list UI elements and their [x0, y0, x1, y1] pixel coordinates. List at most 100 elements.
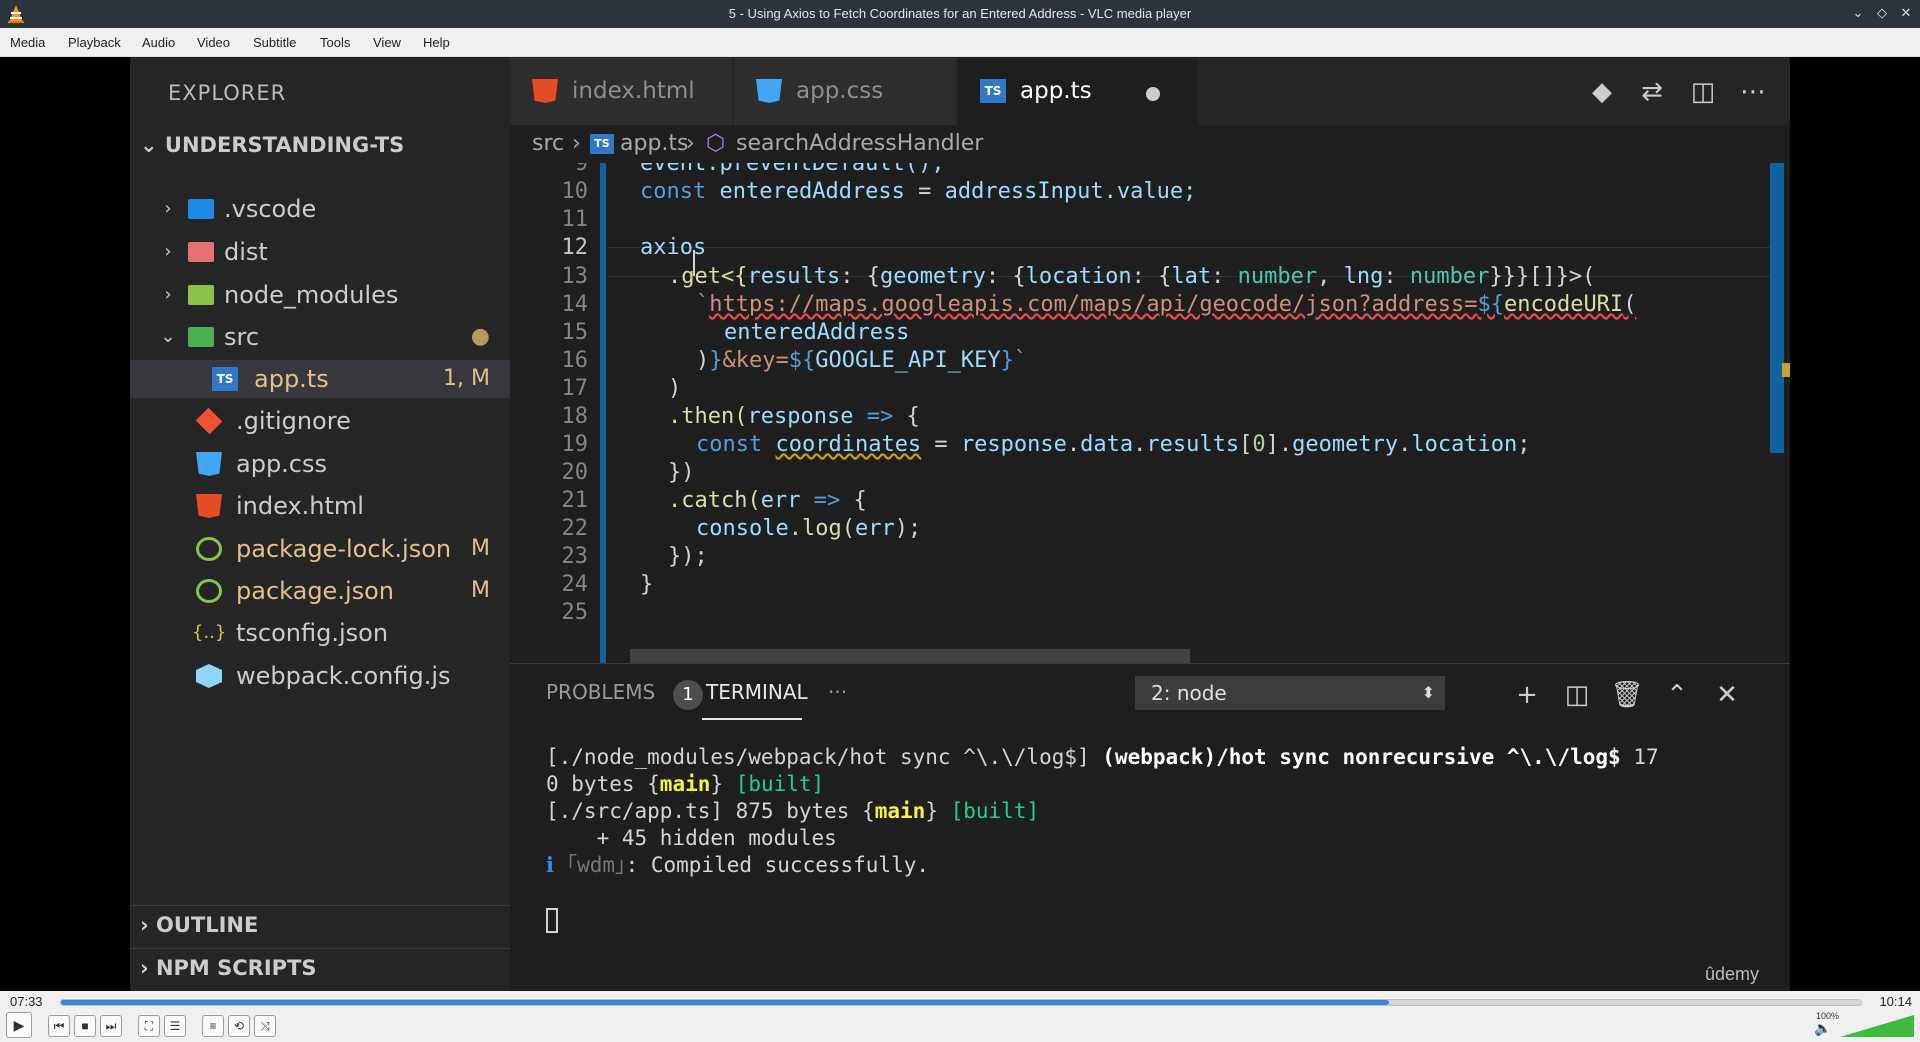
tab-app-ts[interactable]: TS app.ts: [958, 57, 1198, 125]
css3-icon: [756, 79, 782, 103]
code-token: err: [760, 488, 801, 513]
terminal-text: 17: [1620, 745, 1659, 769]
split-terminal-icon[interactable]: ◫: [1560, 678, 1594, 712]
volume-level: [1840, 1015, 1914, 1037]
loop-icon: ⟲: [233, 1019, 245, 1033]
breadcrumb-symbol[interactable]: searchAddressHandler: [736, 125, 983, 163]
npm-scripts-section[interactable]: › NPM SCRIPTS: [140, 956, 317, 980]
seek-slider[interactable]: [60, 999, 1862, 1006]
trash-icon[interactable]: 🗑: [1610, 678, 1644, 712]
minimize-button[interactable]: ⌄: [1848, 4, 1868, 24]
stop-button[interactable]: ■: [74, 1015, 96, 1037]
tab-index-html[interactable]: index.html: [510, 57, 732, 125]
code-token: err: [854, 516, 895, 541]
outline-section[interactable]: › OUTLINE: [140, 913, 258, 937]
vertical-scrollbar[interactable]: [1770, 163, 1784, 453]
code-token: );: [894, 516, 922, 541]
breadcrumb-folder[interactable]: src: [532, 125, 564, 163]
tab-app-css[interactable]: app.css: [734, 57, 956, 125]
tree-item-webpack[interactable]: webpack.config.js: [130, 657, 510, 695]
tree-item-index-html[interactable]: index.html: [130, 487, 510, 525]
volume-slider[interactable]: [1840, 1015, 1914, 1037]
line-number: 12: [561, 235, 589, 260]
code-token: : {: [840, 264, 880, 289]
git-branch-icon[interactable]: ◆: [1585, 75, 1619, 109]
code-token: ): [696, 348, 710, 373]
menu-view[interactable]: View: [373, 35, 401, 50]
code-token: const: [640, 179, 720, 204]
line-number: 23: [561, 544, 589, 569]
tree-item-package-json[interactable]: package.json M: [130, 572, 510, 610]
terminal-text: [built]: [735, 772, 825, 796]
tree-item-label: index.html: [236, 492, 364, 520]
terminal-text: main: [659, 772, 711, 796]
chevron-right-icon: ›: [164, 284, 172, 305]
menu-audio[interactable]: Audio: [142, 35, 175, 50]
tree-item-tsconfig[interactable]: {..} tsconfig.json: [130, 614, 510, 652]
fullscreen-button[interactable]: ⛶: [138, 1015, 160, 1037]
tree-item-app-ts[interactable]: TS app.ts 1, M: [130, 360, 510, 398]
code-token: .: [1066, 432, 1081, 457]
problems-count-badge: 1: [673, 680, 703, 710]
tree-item-package-lock[interactable]: package-lock.json M: [130, 530, 510, 568]
code-token: number: [1409, 264, 1490, 289]
shuffle-button[interactable]: ⤨: [254, 1015, 276, 1037]
maximize-button[interactable]: ◇: [1872, 4, 1892, 24]
close-panel-icon[interactable]: ✕: [1710, 678, 1744, 712]
terminal-cursor: [546, 908, 558, 933]
unsaved-dot-icon[interactable]: [1146, 87, 1160, 101]
code-token: response: [960, 432, 1067, 457]
tab-problems[interactable]: PROBLEMS: [546, 680, 655, 704]
git-change-bar: [600, 163, 606, 663]
loop-button[interactable]: ⟲: [228, 1015, 250, 1037]
close-window-button[interactable]: ✕: [1896, 4, 1916, 24]
previous-button[interactable]: ⏮: [48, 1015, 70, 1037]
next-button[interactable]: ⏭: [100, 1015, 122, 1037]
menu-tools[interactable]: Tools: [320, 35, 350, 50]
terminal-output[interactable]: [./node_modules/webpack/hot sync ^\.\/lo…: [546, 744, 1766, 879]
more-panels-icon[interactable]: ···: [828, 680, 847, 704]
menu-video[interactable]: Video: [197, 35, 230, 50]
menu-help[interactable]: Help: [423, 35, 450, 50]
code-line: const coordinates = response.data.result…: [696, 432, 1531, 457]
speaker-icon[interactable]: 🔈: [1814, 1020, 1831, 1037]
tree-item-gitignore[interactable]: .gitignore: [130, 402, 510, 440]
tree-item-app-css[interactable]: app.css: [130, 445, 510, 483]
new-terminal-icon[interactable]: +: [1510, 678, 1544, 712]
chevron-up-icon[interactable]: ⌃: [1660, 678, 1694, 712]
playlist-button[interactable]: ≡: [202, 1015, 224, 1037]
status-badge: M: [471, 578, 490, 603]
code-token: `: [1013, 348, 1028, 373]
menu-media[interactable]: Media: [10, 35, 45, 50]
menu-playback[interactable]: Playback: [68, 35, 121, 50]
code-token: });: [668, 544, 708, 569]
play-button[interactable]: ▶: [6, 1012, 32, 1038]
code-token: coordinates: [775, 432, 922, 457]
tree-item-dist[interactable]: › dist: [130, 233, 510, 271]
terminal-select[interactable]: 2: node ⬍: [1135, 676, 1445, 710]
tree-item-label: dist: [224, 238, 268, 266]
code-token: event.preventDefault();: [640, 163, 945, 176]
code-token: {: [853, 488, 867, 513]
code-editor[interactable]: 9 10 11 12 13 14 15 16 17 18 19 20 21 22…: [510, 163, 1790, 663]
tree-item-node-modules[interactable]: › node_modules: [130, 276, 510, 314]
menu-subtitle[interactable]: Subtitle: [253, 35, 296, 50]
extended-settings-button[interactable]: ☰: [164, 1015, 186, 1037]
code-token: enteredAddress: [724, 320, 910, 345]
compare-changes-icon[interactable]: ⇄: [1635, 75, 1669, 109]
more-actions-icon[interactable]: ⋯: [1736, 75, 1770, 109]
breadcrumb-file[interactable]: app.ts: [620, 125, 689, 163]
tree-item-vscode[interactable]: › .vscode: [130, 190, 510, 228]
editor-tabs: index.html app.css TS app.ts ◆ ⇄ ◫ ⋯: [510, 57, 1790, 125]
tree-item-label: app.css: [236, 450, 328, 478]
video-area[interactable]: EXPLORER ⌄ UNDERSTANDING-TS › .vscode › …: [0, 57, 1920, 991]
tree-item-src[interactable]: ⌄ src ●: [130, 318, 510, 356]
code-token: console: [696, 516, 789, 541]
code-token: location: [1025, 264, 1132, 289]
horizontal-scrollbar[interactable]: [630, 649, 1190, 663]
tab-terminal[interactable]: TERMINAL: [706, 680, 808, 704]
tree-item-label: package.json: [236, 577, 395, 605]
split-editor-icon[interactable]: ◫: [1686, 75, 1720, 109]
code-token: :: [1211, 264, 1238, 289]
line-number: 17: [561, 376, 589, 401]
